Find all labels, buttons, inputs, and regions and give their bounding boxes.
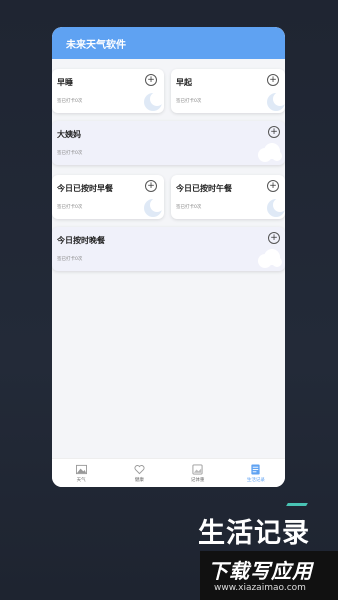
habit-title: 早起	[176, 78, 192, 87]
add-icon[interactable]: +	[267, 180, 279, 192]
add-icon[interactable]: +	[145, 180, 157, 192]
site-watermark: 下载写应用 www.xiazaimao.com	[200, 551, 338, 600]
tab-label: 健康	[134, 477, 144, 483]
add-icon[interactable]: +	[268, 232, 280, 244]
habit-title: 今日按时晚餐	[57, 236, 105, 245]
document-icon	[251, 463, 260, 475]
cloud-icon	[258, 143, 282, 162]
tab-life-record[interactable]: 生活记录	[231, 463, 281, 483]
app-header: 未来天气软件	[52, 27, 285, 59]
accent-stroke	[286, 503, 308, 506]
habit-checkin-count: 签已打卡0次	[57, 151, 83, 156]
habit-card-dinner[interactable]: 今日按时晚餐 签已打卡0次 +	[52, 227, 285, 271]
habit-list: 早睡 签已打卡0次 + 早起 签已打卡0次 + 大姨妈 签已打卡0次 + 今日已…	[52, 59, 285, 459]
phone-screen: 未来天气软件 早睡 签已打卡0次 + 早起 签已打卡0次 + 大姨妈 签已打卡0…	[52, 27, 285, 487]
promo-caption: 生活记录	[198, 518, 310, 549]
habit-title: 早睡	[57, 78, 73, 87]
habit-title: 今日已按时午餐	[176, 184, 232, 193]
moon-icon	[267, 198, 285, 217]
tab-label: 生活记录	[246, 477, 265, 483]
habit-title: 大姨妈	[57, 130, 81, 139]
cloud-icon	[258, 249, 282, 268]
habit-checkin-count: 签已打卡0次	[176, 99, 202, 104]
habit-card-breakfast[interactable]: 今日已按时早餐 签已打卡0次 +	[52, 175, 164, 219]
add-icon[interactable]: +	[145, 74, 157, 86]
watermark-url: www.xiazaimao.com	[214, 583, 306, 593]
habit-card-sleep-early[interactable]: 早睡 签已打卡0次 +	[52, 69, 164, 113]
habit-card-wake-early[interactable]: 早起 签已打卡0次 +	[171, 69, 285, 113]
tab-health[interactable]: 健康	[114, 464, 164, 483]
mountain-icon	[75, 464, 87, 474]
add-icon[interactable]: +	[268, 126, 280, 138]
habit-card-lunch[interactable]: 今日已按时午餐 签已打卡0次 +	[171, 175, 285, 219]
moon-icon	[267, 92, 285, 111]
moon-icon	[144, 198, 164, 217]
heart-icon	[134, 464, 145, 474]
bottom-tab-bar: 天气 健康 记体重 生活记录	[52, 458, 285, 487]
habit-checkin-count: 签已打卡0次	[57, 257, 83, 262]
habit-checkin-count: 签已打卡0次	[57, 205, 83, 210]
app-title: 未来天气软件	[66, 39, 126, 51]
add-icon[interactable]: +	[267, 74, 279, 86]
tab-weight[interactable]: 记体重	[173, 463, 223, 483]
habit-checkin-count: 签已打卡0次	[57, 99, 83, 104]
habit-title: 今日已按时早餐	[57, 184, 113, 193]
habit-card-period[interactable]: 大姨妈 签已打卡0次 +	[52, 121, 285, 165]
tab-label: 天气	[76, 477, 86, 483]
moon-icon	[144, 92, 164, 111]
tab-label: 记体重	[190, 477, 205, 483]
tab-weather[interactable]: 天气	[56, 464, 106, 483]
image-icon	[192, 463, 203, 475]
watermark-logo: 下载写应用	[208, 559, 313, 583]
habit-checkin-count: 签已打卡0次	[176, 205, 202, 210]
